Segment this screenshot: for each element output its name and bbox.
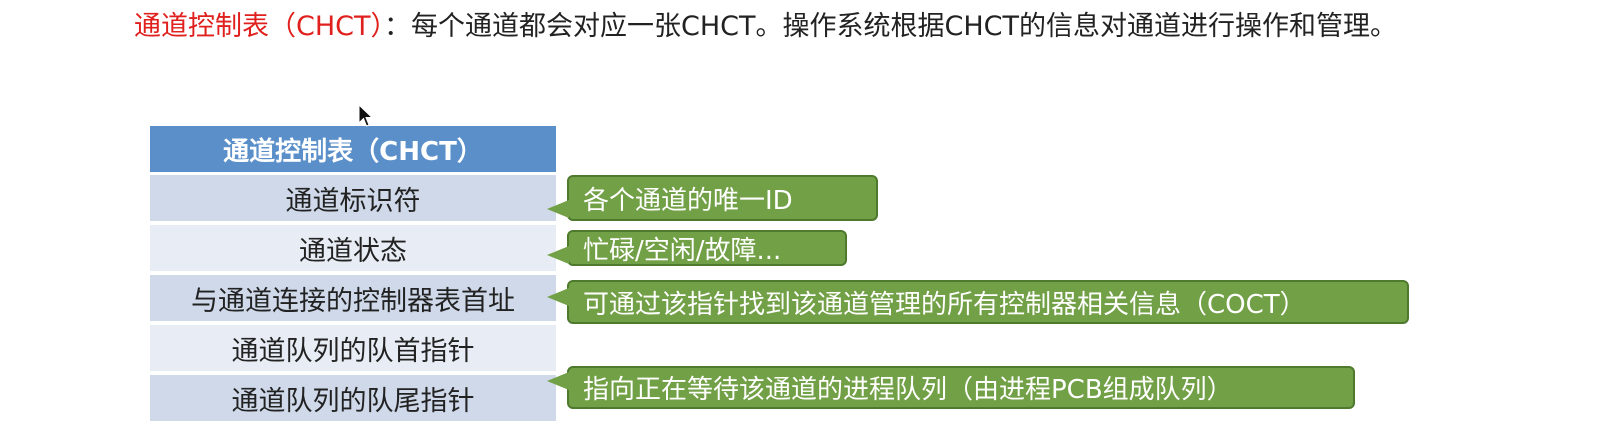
callout-channel-status: 忙碌/空闲/故障... (547, 230, 847, 266)
intro-term: 通道控制表（CHCT） (134, 11, 385, 42)
intro-paragraph: 通道控制表（CHCT）：每个通道都会对应一张CHCT。操作系统根据CHCT的信息… (134, 8, 1464, 46)
intro-text: ：每个通道都会对应一张CHCT。操作系统根据CHCT的信息对通道进行操作和管理。 (384, 11, 1398, 42)
slide: 通道控制表（CHCT）：每个通道都会对应一张CHCT。操作系统根据CHCT的信息… (0, 0, 1624, 439)
table-row-channel-status: 通道状态 (150, 225, 556, 271)
table-row-channel-id: 通道标识符 (150, 175, 556, 221)
callout-queue-pointer: 指向正在等待该通道的进程队列（由进程PCB组成队列） (547, 366, 1355, 409)
callout-controller-address: 可通过该指针找到该通道管理的所有控制器相关信息（COCT） (547, 280, 1409, 324)
callout-pointer (547, 246, 569, 264)
callout-text: 各个通道的唯一ID (583, 185, 793, 216)
callout-channel-id: 各个通道的唯一ID (547, 175, 878, 221)
chct-table: 通道控制表（CHCT） 通道标识符 通道状态 与通道连接的控制器表首址 通道队列… (150, 126, 556, 425)
mouse-cursor-icon (358, 104, 374, 127)
callout-text: 可通过该指针找到该通道管理的所有控制器相关信息（COCT） (583, 289, 1306, 320)
callout-pointer (547, 200, 569, 218)
table-row-queue-head-pointer: 通道队列的队首指针 (150, 325, 556, 371)
table-row-controller-table-address: 与通道连接的控制器表首址 (150, 275, 556, 321)
table-row-queue-tail-pointer: 通道队列的队尾指针 (150, 375, 556, 421)
table-header: 通道控制表（CHCT） (150, 126, 556, 172)
callout-pointer (547, 288, 569, 306)
callout-pointer (547, 371, 569, 390)
callout-text: 忙碌/空闲/故障... (583, 235, 782, 266)
callout-text: 指向正在等待该通道的进程队列（由进程PCB组成队列） (583, 375, 1233, 405)
